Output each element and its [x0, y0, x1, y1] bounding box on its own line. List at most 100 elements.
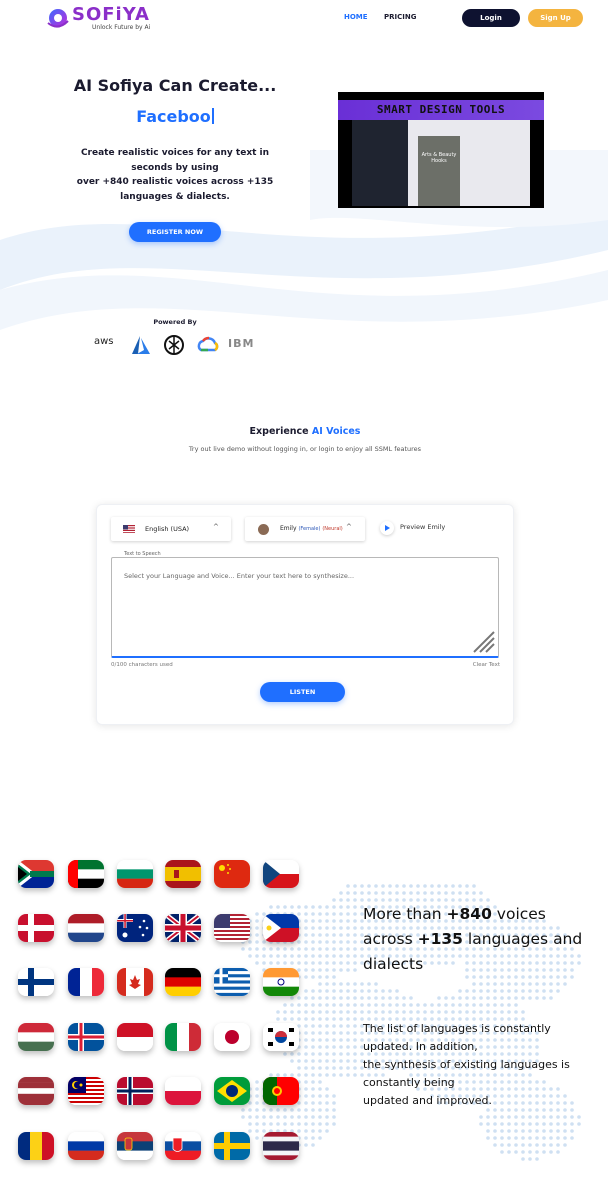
finland-flag-icon — [18, 968, 54, 996]
portugal-flag-graphic — [263, 1077, 299, 1105]
listen-button[interactable]: LISTEN — [260, 682, 345, 702]
thailand-flag-graphic — [263, 1132, 299, 1160]
azure-icon — [132, 336, 150, 354]
usa-flag-icon — [123, 525, 135, 533]
germany-flag-icon — [165, 968, 201, 996]
hero-typed-text: Faceboo — [60, 107, 290, 126]
languages-headline: More than +840 voices across +135 langua… — [363, 902, 583, 977]
malaysia-flag-graphic — [68, 1077, 104, 1105]
greece-flag-graphic — [214, 968, 250, 996]
india-flag-icon — [263, 968, 299, 996]
serbia-flag-icon — [117, 1132, 153, 1160]
south-africa-flag-graphic — [18, 860, 54, 888]
south-korea-flag-graphic — [263, 1023, 299, 1051]
japan-flag-icon — [214, 1023, 250, 1051]
hero-description-line: languages & dialects. — [120, 191, 230, 202]
voice-select[interactable]: Emily (Female) (Neural) ^ — [245, 517, 365, 541]
philippines-flag-graphic — [263, 914, 299, 942]
united-kingdom-flag-graphic — [165, 914, 201, 942]
hero-title: AI Sofiya Can Create... — [73, 76, 277, 95]
signup-button[interactable]: Sign Up — [528, 9, 583, 27]
headline-part: More than — [363, 905, 447, 923]
australia-flag-icon — [117, 914, 153, 942]
uae-flag-icon — [68, 860, 104, 888]
sweden-flag-icon — [214, 1132, 250, 1160]
nav-pricing-link[interactable]: PRICING — [384, 13, 416, 21]
hero-description: Create realistic voices for any text in … — [70, 146, 280, 204]
brazil-flag-graphic — [214, 1077, 250, 1105]
voice-select-value: Emily (Female) (Neural) — [280, 525, 343, 532]
login-button[interactable]: Login — [462, 9, 520, 27]
aws-logo: aws — [94, 336, 114, 347]
poland-flag-graphic — [165, 1077, 201, 1105]
sweden-flag-graphic — [214, 1132, 250, 1160]
philippines-flag-icon — [263, 914, 299, 942]
languages-description: The list of languages is constantly upda… — [363, 1020, 593, 1110]
chevron-up-icon: ^ — [213, 523, 219, 531]
chevron-up-icon: ^ — [346, 523, 352, 531]
united-kingdom-flag-icon — [165, 914, 201, 942]
canada-flag-graphic — [117, 968, 153, 996]
preview-voice-button[interactable]: Preview Emily — [380, 521, 460, 535]
denmark-flag-icon — [18, 914, 54, 942]
ibm-logo: IBM — [228, 337, 255, 350]
tts-textarea-label: Text to Speech — [122, 551, 163, 557]
slovakia-flag-graphic — [165, 1132, 201, 1160]
iceland-flag-icon — [68, 1023, 104, 1051]
china-flag-graphic — [214, 860, 250, 888]
video-editor-canvas — [418, 136, 460, 206]
hero-description-line: seconds by using — [131, 162, 219, 173]
poland-flag-icon — [165, 1077, 201, 1105]
logo-tagline: Unlock Future by Ai — [92, 24, 151, 31]
indonesia-flag-graphic — [117, 1023, 153, 1051]
serbia-flag-graphic — [117, 1132, 153, 1160]
south-korea-flag-icon — [263, 1023, 299, 1051]
france-flag-icon — [68, 968, 104, 996]
typing-caret — [211, 108, 214, 124]
romania-flag-graphic — [18, 1132, 54, 1160]
thailand-flag-icon — [263, 1132, 299, 1160]
demo-video[interactable]: SMART DESIGN TOOLS Arts & Beauty Hooks — [338, 92, 544, 208]
malaysia-flag-icon — [68, 1077, 104, 1105]
register-now-button[interactable]: REGISTER NOW — [129, 222, 221, 242]
norway-flag-graphic — [117, 1077, 153, 1105]
latvia-flag-icon — [18, 1077, 54, 1105]
logo[interactable]: SOFiYA Unlock Future by Ai — [46, 4, 156, 34]
denmark-flag-graphic — [18, 914, 54, 942]
indonesia-flag-icon — [117, 1023, 153, 1051]
video-editor-sidebar — [352, 120, 408, 206]
greece-flag-icon — [214, 968, 250, 996]
video-caption: Arts & Beauty Hooks — [421, 152, 457, 164]
voice-avatar — [258, 524, 269, 535]
russia-flag-graphic — [68, 1132, 104, 1160]
spain-flag-icon — [165, 860, 201, 888]
voice-gender: (Female) — [298, 526, 321, 532]
italy-flag-graphic — [165, 1023, 201, 1051]
play-icon[interactable] — [380, 521, 394, 535]
russia-flag-icon — [68, 1132, 104, 1160]
language-select[interactable]: English (USA) ^ — [111, 517, 231, 541]
powered-by-label: Powered By — [153, 318, 197, 326]
headline-languages-count: +135 — [417, 930, 463, 948]
experience-title-accent: AI Voices — [311, 426, 361, 437]
iceland-flag-graphic — [68, 1023, 104, 1051]
experience-title-prefix: Experience — [249, 426, 312, 437]
languages-description-line: The list of languages is constantly — [363, 1022, 551, 1035]
resize-handle-icon[interactable] — [470, 628, 496, 654]
usa-flag-graphic — [214, 914, 250, 942]
headline-voices-count: +840 — [446, 905, 492, 923]
logo-text: SOFiYA — [72, 4, 150, 25]
tts-textarea-placeholder: Select your Language and Voice... Enter … — [124, 572, 355, 580]
provider-logos: aws IBM — [94, 332, 264, 358]
hungary-flag-graphic — [18, 1023, 54, 1051]
language-select-value: English (USA) — [145, 525, 190, 533]
languages-description-line: updated and improved. — [363, 1094, 492, 1107]
netherlands-flag-icon — [68, 914, 104, 942]
india-flag-graphic — [263, 968, 299, 996]
germany-flag-graphic — [165, 968, 201, 996]
uae-flag-graphic — [68, 860, 104, 888]
nav-home-link[interactable]: HOME — [344, 13, 368, 21]
character-count: 0/100 characters used — [111, 662, 173, 668]
clear-text-link[interactable]: Clear Text — [460, 662, 500, 668]
logo-icon — [47, 9, 69, 28]
